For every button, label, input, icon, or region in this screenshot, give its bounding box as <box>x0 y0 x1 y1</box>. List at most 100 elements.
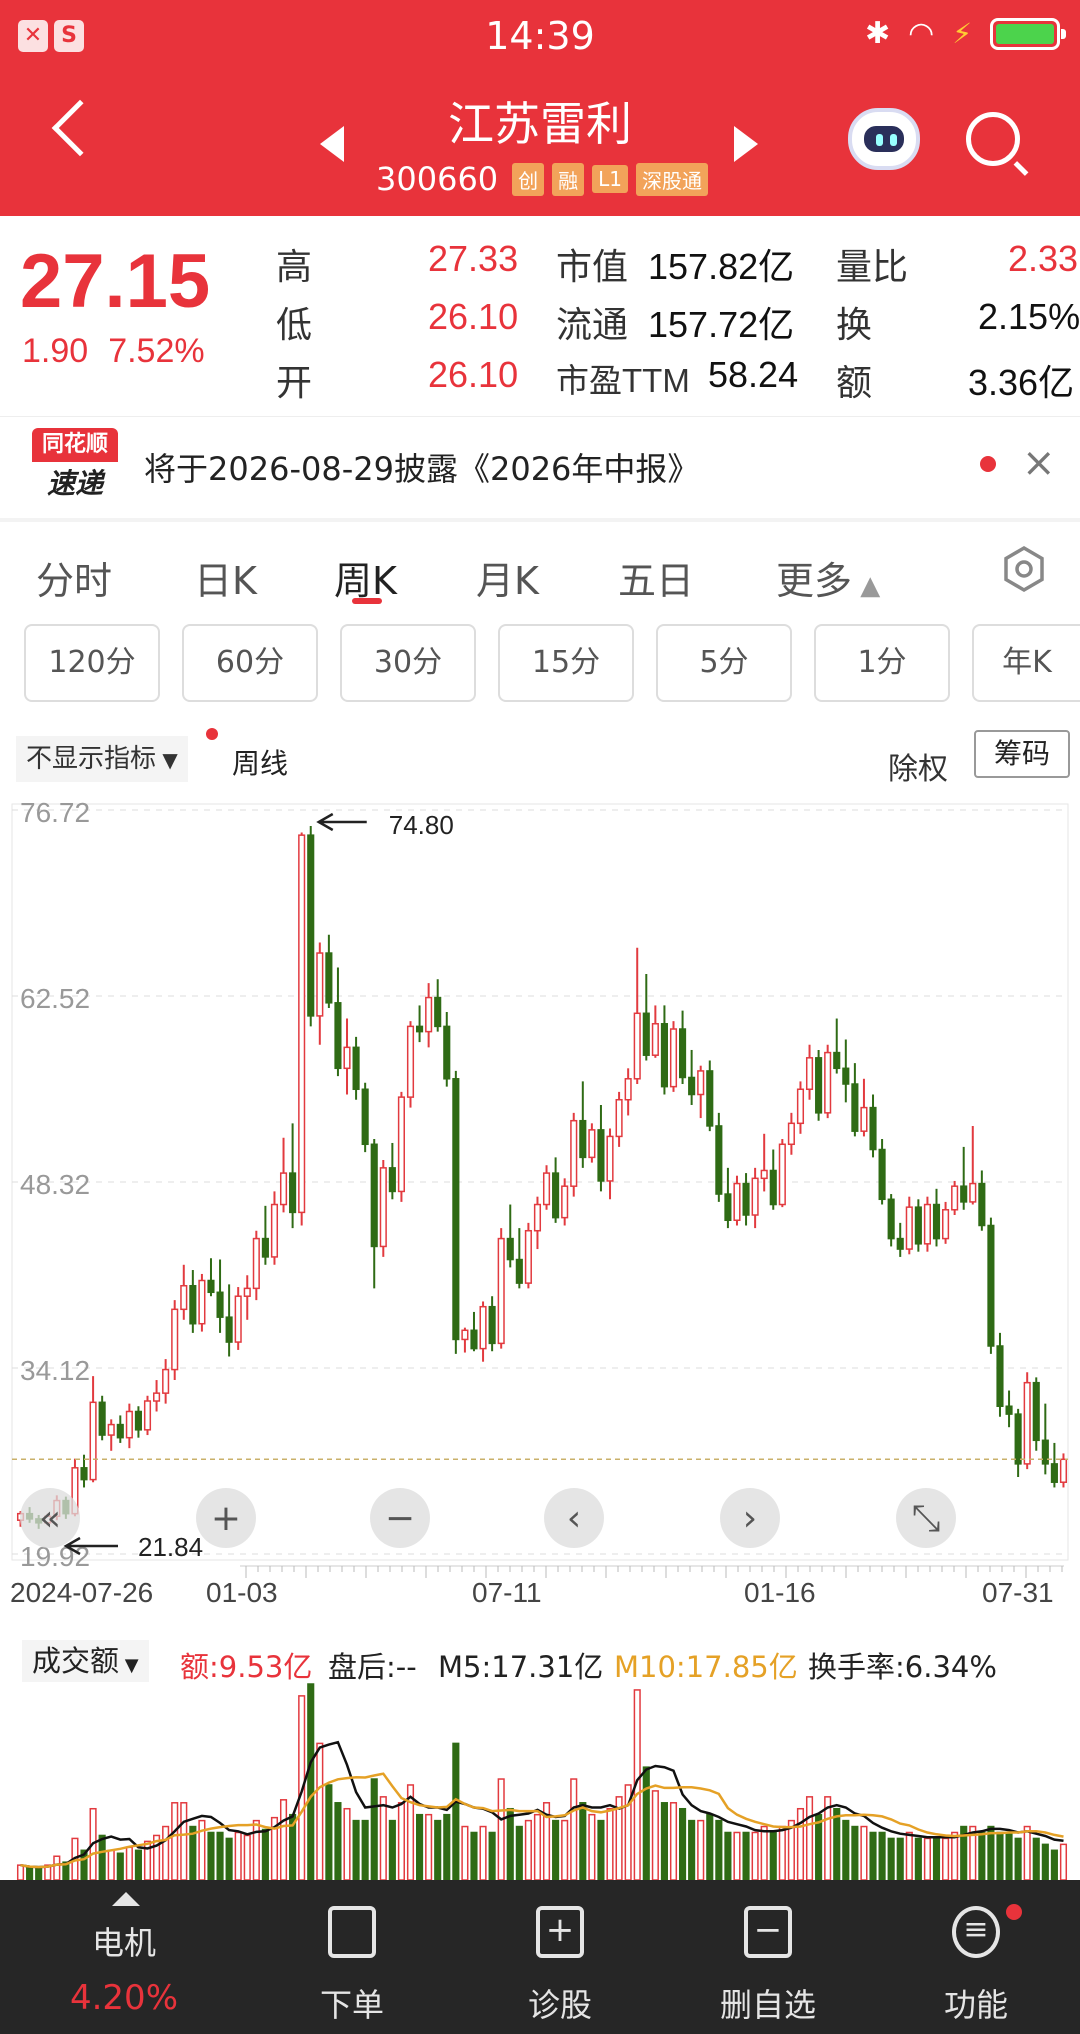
volume-bar <box>787 1819 795 1880</box>
low-label: 低 <box>276 304 313 345</box>
pill-5min[interactable]: 5分 <box>656 624 792 702</box>
adjust-toggle[interactable]: 除权 <box>888 744 948 788</box>
pill-30min[interactable]: 30分 <box>340 624 476 702</box>
line-type-label: 周线 <box>232 747 289 780</box>
candle-body <box>261 1237 269 1258</box>
remove-watchlist-button[interactable]: − 删自选 <box>688 1880 848 2034</box>
wifi-icon: ◠ <box>908 16 935 51</box>
volume-bar <box>642 1766 650 1880</box>
volume-bar <box>524 1819 532 1880</box>
candle-body <box>588 1129 596 1159</box>
close-icon[interactable]: × <box>1022 440 1056 486</box>
chips-button[interactable]: 筹码 <box>974 730 1070 778</box>
candle-body <box>252 1237 260 1290</box>
next-stock-icon[interactable] <box>734 126 758 162</box>
tonghuashun-express-logo: 同花顺 速递 <box>32 428 118 500</box>
tab-five-day[interactable]: 五日 <box>618 550 694 605</box>
diagnose-button[interactable]: + 诊股 <box>480 1880 640 2034</box>
candlestick-chart[interactable]: 76.7262.5248.3234.1219.9274.8021.842024-… <box>0 790 1080 1630</box>
tag-shengutong: 深股通 <box>636 162 709 196</box>
volume-bar <box>914 1837 922 1880</box>
candle-body <box>1023 1381 1031 1465</box>
candle-body <box>307 834 315 1017</box>
zoom-in-icon-glyph: + <box>211 1498 241 1539</box>
candle-body <box>533 1203 542 1232</box>
volume-bar <box>379 1796 387 1880</box>
tab-daily-k[interactable]: 日K <box>194 550 257 605</box>
minute-period-pills: 120分 60分 30分 15分 5分 1分 年K <box>0 624 1080 704</box>
functions-button[interactable]: ≡ 功能 <box>896 1880 1056 2034</box>
triangle-up-icon: ▲ <box>852 571 881 601</box>
scroll-start-icon-glyph: « <box>39 1498 61 1539</box>
candle-body <box>425 996 433 1033</box>
pill-60min[interactable]: 60分 <box>182 624 318 702</box>
pill-15min[interactable]: 15分 <box>498 624 634 702</box>
pill-1min[interactable]: 1分 <box>814 624 950 702</box>
tag-chuang: 创 <box>512 162 545 196</box>
order-button[interactable]: 下单 <box>272 1880 432 2034</box>
candle-body <box>733 1182 741 1221</box>
ai-assistant-robot-icon[interactable] <box>848 108 920 170</box>
open-label: 开 <box>276 362 313 403</box>
candle-body <box>660 1023 668 1088</box>
candle-body <box>243 1287 251 1297</box>
volume-bar <box>905 1831 913 1880</box>
indicator-dropdown[interactable]: 不显示指标 ▼ <box>16 736 188 782</box>
pill-120min[interactable]: 120分 <box>24 624 160 702</box>
volume-bar <box>325 1784 333 1880</box>
volume-bar <box>579 1802 587 1880</box>
candle-body <box>125 1410 133 1439</box>
volume-bar <box>361 1819 369 1880</box>
caret-down-icon: ▼ <box>156 748 178 772</box>
current-price: 27.15 <box>20 239 211 324</box>
sector-name: 电机 <box>91 1924 156 1962</box>
volume-bar <box>334 1802 342 1880</box>
candle-body <box>679 1028 687 1079</box>
menu-circle-icon: ≡ <box>952 1906 1000 1958</box>
stock-code-row: 300660 创 融 L1 深股通 <box>376 160 709 198</box>
y-tick-label: 62.52 <box>20 983 90 1014</box>
volume-chart[interactable] <box>0 1626 1080 1880</box>
sector-button[interactable]: 电机 4.20% <box>44 1880 204 2034</box>
volume-bar <box>733 1831 741 1880</box>
candle-body <box>878 1148 886 1201</box>
chart-period-tabs: 分时 日K 周K 月K 五日 更多 ▲ <box>0 530 1080 620</box>
candle-body <box>98 1401 106 1436</box>
search-icon[interactable] <box>966 112 1020 166</box>
candle-body <box>724 1193 732 1221</box>
bluetooth-icon: ✱ <box>865 16 891 51</box>
volume-bar <box>425 1813 433 1880</box>
volume-bar <box>1032 1837 1040 1880</box>
volume-bar <box>370 1778 378 1880</box>
volume-bar <box>932 1837 941 1880</box>
diagnose-plus-icon: + <box>536 1906 584 1958</box>
tab-more[interactable]: 更多 ▲ <box>776 550 880 605</box>
tab-intraday[interactable]: 分时 <box>36 550 112 605</box>
settings-hexagon-icon[interactable] <box>1000 545 1048 593</box>
volume-ratio-label: 量比 <box>836 246 909 287</box>
volume-bar <box>715 1819 723 1880</box>
notice-text[interactable]: 将于2026-08-29披露《2026年中报》 <box>144 444 699 490</box>
app-header: ✕ S 14:39 ✱ ◠ ⚡ 江苏雷利 300660 创 融 L1 深股通 <box>0 0 1080 216</box>
candle-body <box>153 1392 161 1402</box>
candle-body <box>416 1025 424 1033</box>
candle-body <box>162 1368 170 1394</box>
volume-bar <box>978 1831 986 1880</box>
functions-badge-dot <box>1006 1904 1022 1920</box>
candle-body <box>833 1051 841 1070</box>
candle-body <box>552 1172 560 1219</box>
volume-bar <box>162 1825 170 1880</box>
volume-bar <box>597 1819 605 1880</box>
volume-bar <box>842 1819 850 1880</box>
tab-weekly-k[interactable]: 周K <box>334 550 397 605</box>
volume-bar <box>951 1831 959 1880</box>
candle-body <box>452 1078 460 1341</box>
candle-body <box>542 1172 551 1206</box>
candle-body <box>298 834 306 1214</box>
volume-bar <box>878 1831 886 1880</box>
pill-yearly-k[interactable]: 年K <box>972 624 1080 702</box>
candle-body <box>1014 1413 1022 1465</box>
tab-monthly-k[interactable]: 月K <box>476 550 539 605</box>
candle-body <box>606 1135 614 1182</box>
volume-bar <box>243 1834 251 1880</box>
